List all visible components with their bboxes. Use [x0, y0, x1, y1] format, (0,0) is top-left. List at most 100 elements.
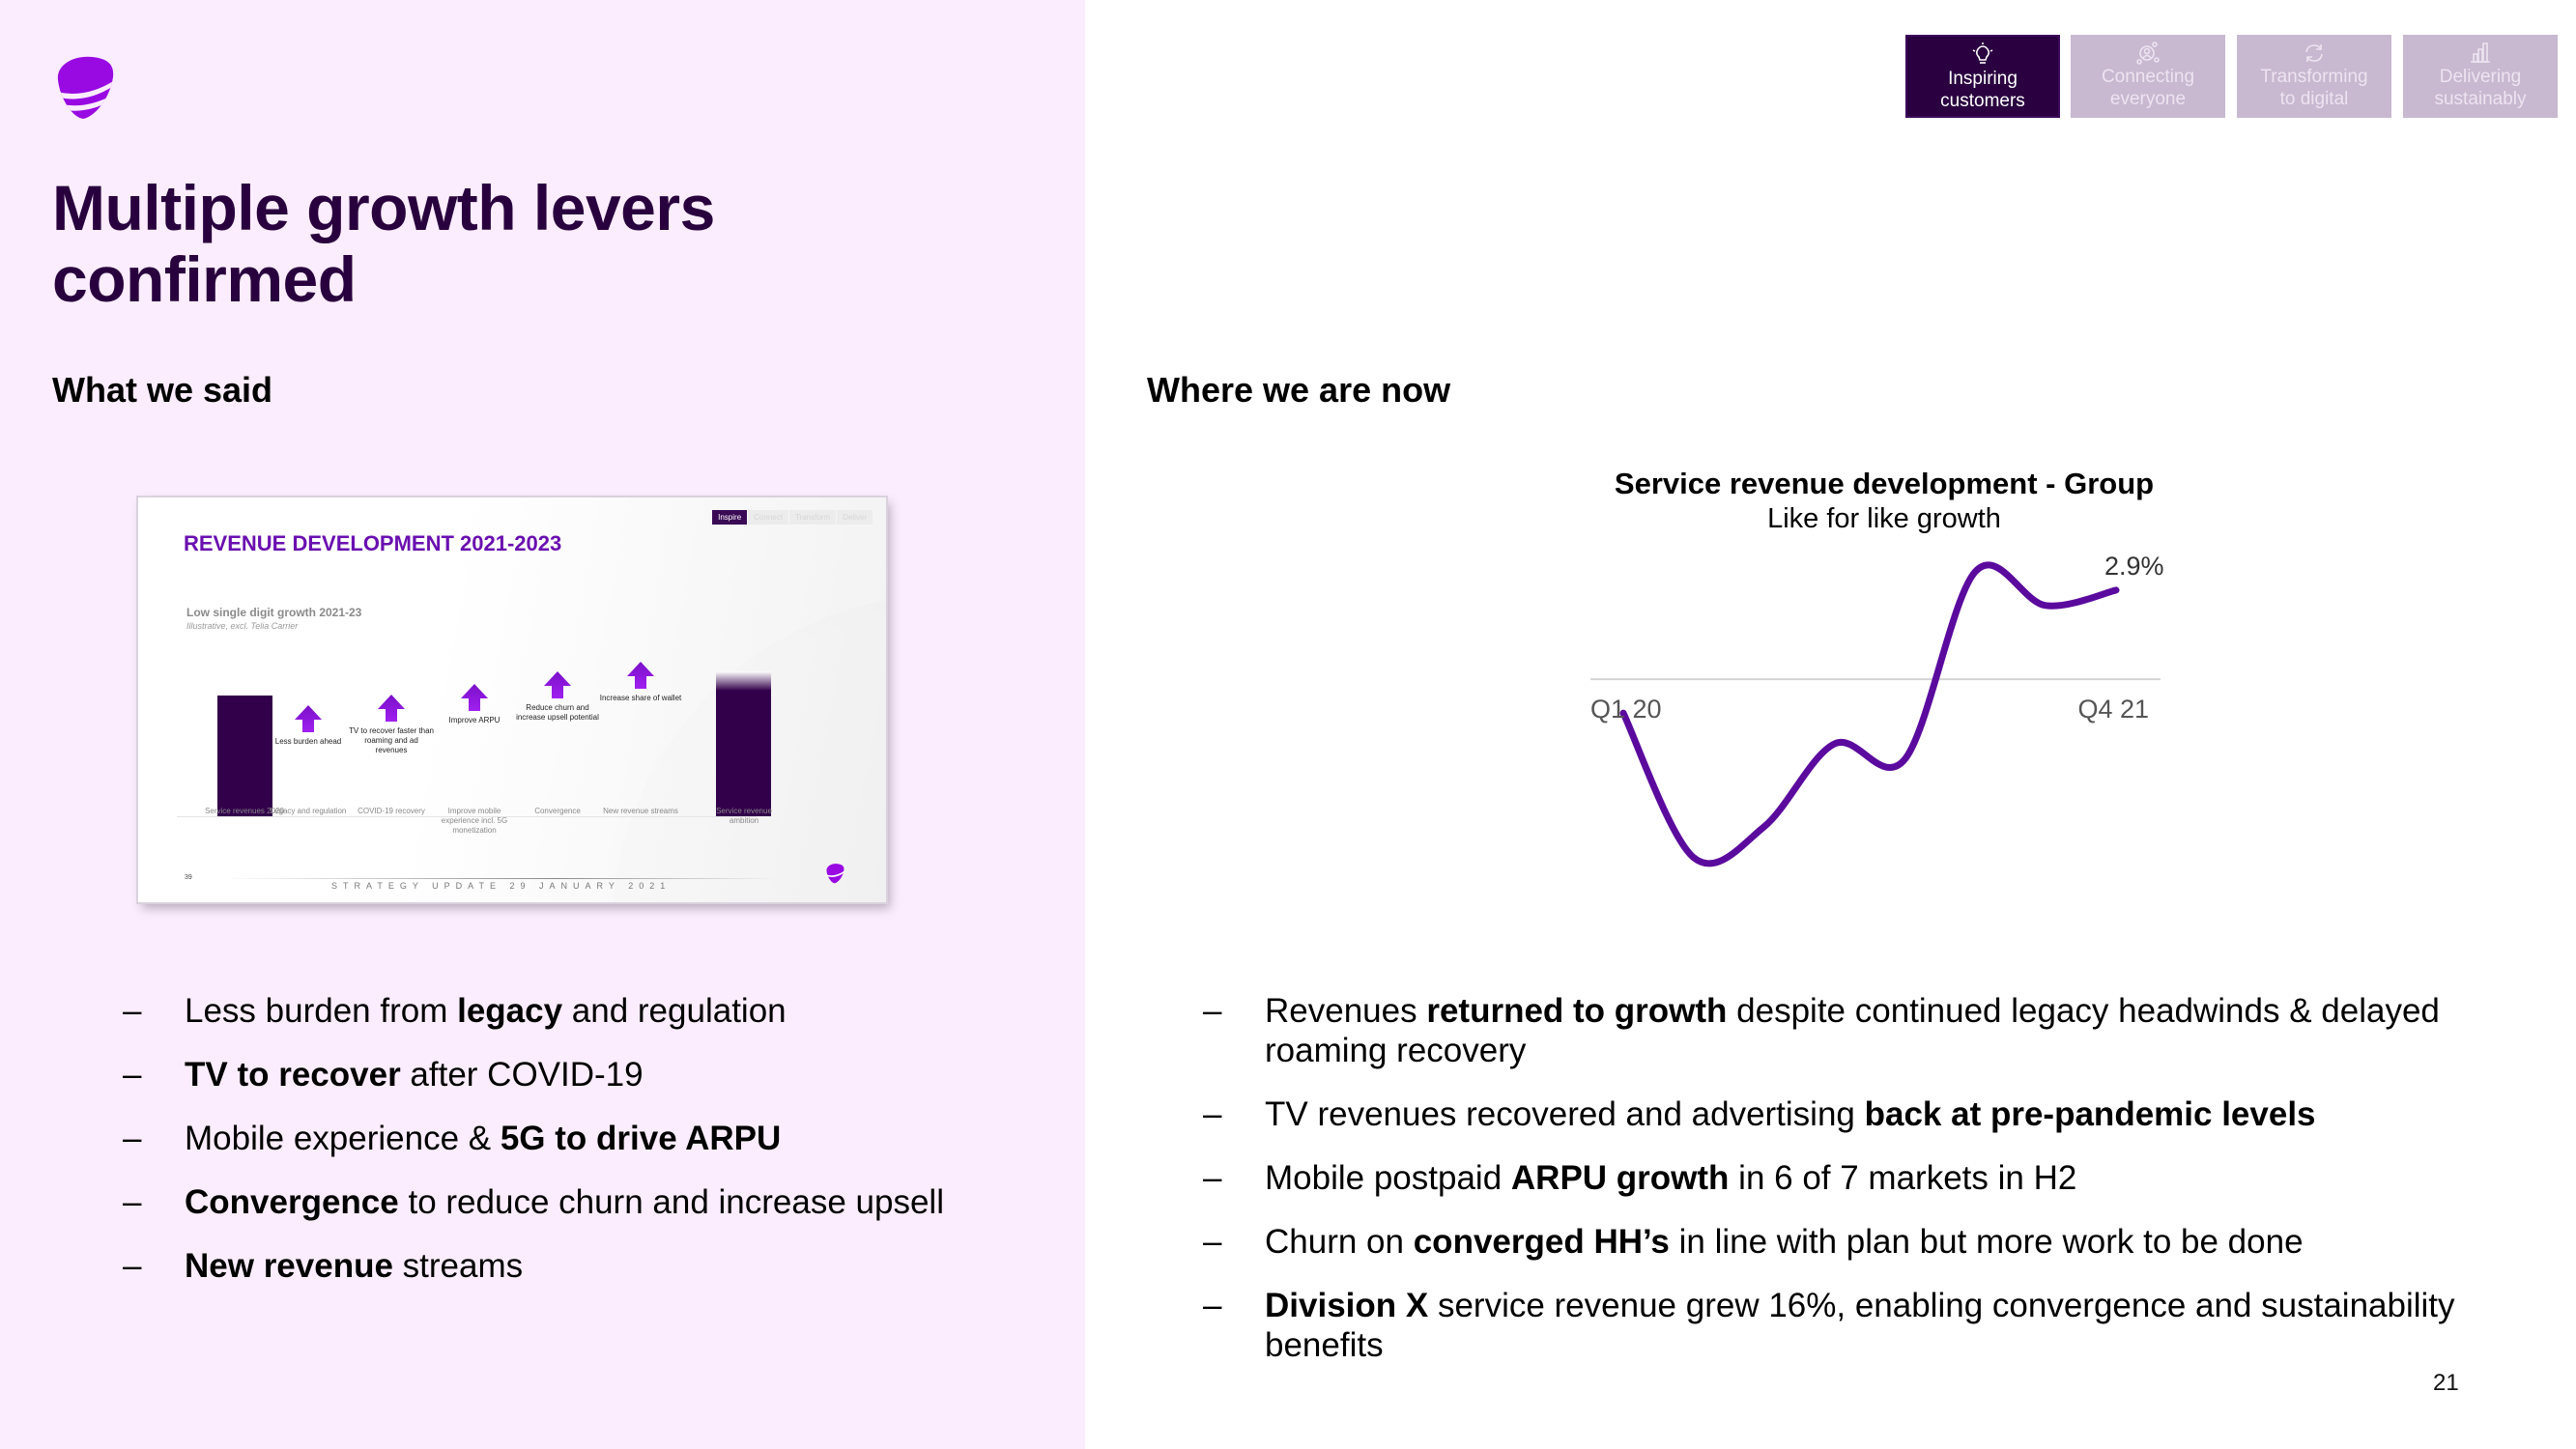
thumbnail-category: COVID-19 recovery — [358, 807, 425, 815]
thumbnail-subtitle: Low single digit growth 2021-23 — [186, 606, 362, 619]
network-person-icon — [2071, 41, 2225, 66]
thumbnail-up-arrow-icon — [295, 705, 322, 732]
bullet-text: in 6 of 7 markets in H2 — [1729, 1159, 2077, 1197]
thumbnail-note: Illustrative, excl. Telia Carrier — [186, 621, 299, 631]
what-we-said-list: – Less burden from legacy and regulation –… — [123, 991, 1050, 1310]
thumbnail-arrow-label: Improve ARPU — [448, 716, 501, 724]
thumbnail-category: Convergence — [534, 807, 581, 815]
bullet-text: Revenues — [1265, 992, 1427, 1030]
what-we-said-item: – Mobile experience & 5G to drive ARPU — [123, 1119, 1050, 1158]
emphasis-text: ARPU growth — [1510, 1159, 1730, 1197]
bullet-text: Less burden from — [185, 992, 458, 1030]
thumbnail-up-arrow-icon — [544, 671, 571, 698]
pillar-tab-delivering[interactable]: Delivering sustainably — [2403, 35, 2558, 118]
previous-slide-thumbnail: Inspire Connect Transform Deliver REVENU… — [138, 497, 886, 902]
bullet-text: Churn on — [1265, 1223, 1414, 1261]
dash-bullet: – — [1203, 1095, 1222, 1133]
emphasis-text: legacy — [457, 992, 563, 1030]
pillar-tab-label: everyone — [2109, 89, 2187, 109]
emphasis-text: returned to growth — [1426, 992, 1728, 1030]
page-title: Multiple growth levers confirmed — [52, 172, 715, 315]
what-we-said-item: – New revenue streams — [123, 1246, 1050, 1286]
thumbnail-arrow-label: TV to recover faster than roaming and ad… — [348, 726, 435, 754]
dash-bullet: – — [1203, 1159, 1222, 1197]
pillar-tab-label: Inspiring — [1948, 69, 2018, 89]
refresh-icon — [2237, 41, 2391, 66]
where-we-are-now-item: – Mobile postpaid ARPU growth in 6 of 7 m… — [1203, 1158, 2498, 1198]
thumbnail-category: Service revenue ambition — [716, 807, 772, 825]
thumbnail-page-number: 39 — [185, 874, 192, 881]
pillar-tab-label: customers — [1940, 91, 2025, 111]
page-number: 21 — [2433, 1370, 2459, 1396]
thumbnail-arrow-label: Increase share of wallet — [599, 694, 682, 702]
thumbnail-tab: Deliver — [837, 510, 873, 525]
bullet-text: service revenue grew 16%, enabling conve… — [1265, 1287, 2455, 1364]
thumbnail-arrow-label: Less burden ahead — [274, 737, 342, 746]
dash-bullet: – — [123, 992, 142, 1030]
what-we-said-heading: What we said — [52, 370, 273, 410]
dash-bullet: – — [123, 1120, 142, 1157]
thumbnail-title: REVENUE DEVELOPMENT 2021-2023 — [184, 531, 562, 555]
telia-logo-icon — [57, 56, 114, 120]
pillar-tab-connecting[interactable]: Connecting everyone — [2071, 35, 2225, 118]
where-we-are-now-heading: Where we are now — [1147, 370, 1451, 410]
thumbnail-up-arrow-icon — [627, 662, 654, 689]
dash-bullet: – — [123, 1247, 142, 1285]
emphasis-text: back at pre-pandemic levels — [1864, 1095, 2316, 1133]
chart-x-tick-label: Q1 20 — [1590, 695, 1662, 724]
pillar-tab-transforming[interactable]: Transforming to digital — [2237, 35, 2391, 118]
thumbnail-up-arrow-icon — [461, 684, 488, 711]
thumbnail-telia-logo-icon — [825, 864, 845, 884]
thumbnail-category: New revenue streams — [603, 807, 678, 815]
emphasis-text: New revenue — [185, 1247, 393, 1285]
thumbnail-end-bar — [716, 671, 771, 816]
what-we-said-item: – Convergence to reduce churn and increas… — [123, 1182, 1050, 1222]
thumbnail-arrow-label: Reduce churn and increase upsell potenti… — [516, 703, 599, 722]
thumbnail-tab: Transform — [788, 510, 837, 525]
pillar-tab-inspiring[interactable]: Inspiring customers — [1905, 35, 2060, 118]
chart-end-value-label: 2.9% — [2104, 552, 2164, 581]
pillar-tab-label: sustainably — [2434, 89, 2527, 109]
thumbnail-tabs: Inspire Connect Transform Deliver — [711, 510, 873, 525]
bullet-text: TV revenues recovered and advertising — [1265, 1095, 1865, 1133]
bullet-text: to reduce churn and increase upsell — [398, 1183, 944, 1221]
thumbnail-category: Improve mobile experience incl. 5G monet… — [441, 807, 508, 835]
pillar-tab-label: Delivering — [2439, 67, 2522, 87]
where-we-are-now-item: – TV revenues recovered and advertising b… — [1203, 1094, 2498, 1134]
pillar-tab-label: Transforming — [2260, 67, 2368, 87]
bullet-text: Mobile postpaid — [1265, 1159, 1511, 1197]
dash-bullet: – — [1203, 1223, 1222, 1261]
what-we-said-item: – Less burden from legacy and regulation — [123, 991, 1050, 1031]
pillar-tab-label: to digital — [2279, 89, 2349, 109]
emphasis-text: TV to recover — [185, 1056, 401, 1094]
chart-x-tick-label: Q4 21 — [2077, 695, 2149, 724]
thumbnail-footer: STRATEGY UPDATE 29 JANUARY 2021 — [331, 881, 672, 891]
bullet-text: in line with plan but more work to be do… — [1669, 1223, 2304, 1261]
thumbnail-up-arrow-icon — [378, 695, 405, 722]
bullet-text: and regulation — [562, 992, 787, 1030]
bullet-text: Mobile experience & — [185, 1120, 501, 1157]
service-revenue-line-chart: Q1 20 Q4 21 2.9% — [1590, 552, 2164, 867]
thumbnail-tab: Inspire — [712, 510, 748, 525]
chart-subtitle: Like for like growth — [1767, 503, 2001, 534]
thumbnail-start-bar — [217, 696, 272, 816]
where-we-are-now-item: – Revenues returned to growth despite con… — [1203, 991, 2498, 1070]
bullet-text: after COVID-19 — [400, 1056, 644, 1094]
bar-chart-icon — [2403, 41, 2558, 66]
emphasis-text: converged HH’s — [1413, 1223, 1670, 1261]
emphasis-text: Division X — [1265, 1287, 1429, 1324]
dash-bullet: – — [123, 1056, 142, 1094]
what-we-said-item: – TV to recover after COVID-19 — [123, 1055, 1050, 1094]
where-we-are-now-list: – Revenues returned to growth despite con… — [1203, 991, 2498, 1389]
lightbulb-icon — [1907, 43, 2058, 68]
where-we-are-now-item: – Churn on converged HH’s in line with pl… — [1203, 1222, 2498, 1262]
emphasis-text: 5G to drive ARPU — [500, 1120, 782, 1157]
pillar-tab-label: Connecting — [2101, 67, 2195, 87]
dash-bullet: – — [1203, 992, 1222, 1030]
emphasis-text: Convergence — [185, 1183, 399, 1221]
chart-series-line — [1619, 561, 2120, 867]
where-we-are-now-item: – Division X service revenue grew 16%, en… — [1203, 1286, 2498, 1365]
dash-bullet: – — [1203, 1287, 1222, 1324]
thumbnail-tab: Connect — [748, 510, 788, 525]
bullet-text: streams — [392, 1247, 524, 1285]
